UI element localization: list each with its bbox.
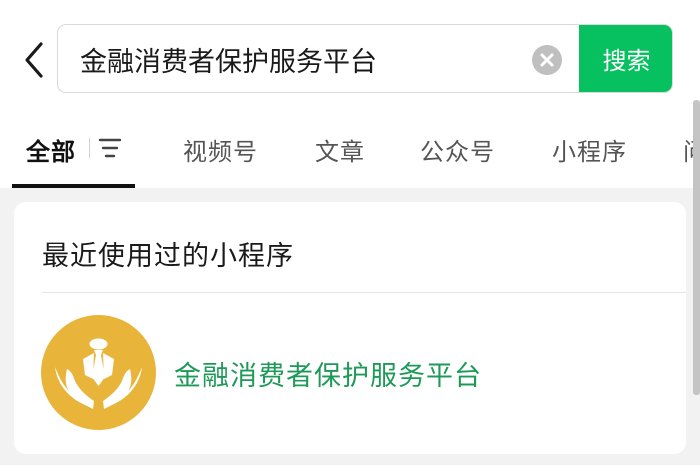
divider [89, 138, 90, 158]
clear-circle-icon[interactable] [532, 45, 562, 75]
mini-program-item[interactable]: 金融消费者保护服务平台 [14, 308, 686, 430]
mini-program-name: 金融消费者保护服务平台 [174, 361, 482, 392]
recent-mini-programs-card: 最近使用过的小程序 金融消费者保护服务平台 [14, 202, 686, 454]
tab-channels[interactable]: 视频号 [183, 132, 258, 167]
search-button[interactable]: 搜索 [579, 25, 672, 92]
scrollbar[interactable] [693, 100, 700, 395]
tab-mini-programs[interactable]: 小程序 [552, 132, 627, 167]
wechat-search-page: 搜索 全部 视频号 文章 公众号 小程序 问 最近使用过的小程序 [0, 0, 700, 465]
search-tabs: 全部 视频号 文章 公众号 小程序 问 [0, 110, 700, 188]
section-title: 最近使用过的小程序 [42, 241, 294, 272]
search-box: 搜索 [57, 24, 673, 93]
hands-protecting-person-icon [41, 315, 156, 430]
tab-all[interactable]: 全部 [26, 132, 76, 167]
divider [42, 292, 686, 293]
tab-official-accounts[interactable]: 公众号 [420, 132, 495, 167]
search-header: 搜索 [0, 0, 700, 110]
back-button[interactable] [14, 36, 54, 84]
chevron-left-icon [25, 42, 43, 78]
search-input[interactable] [80, 38, 520, 80]
filter-icon[interactable] [96, 137, 124, 159]
tab-articles[interactable]: 文章 [315, 132, 365, 167]
